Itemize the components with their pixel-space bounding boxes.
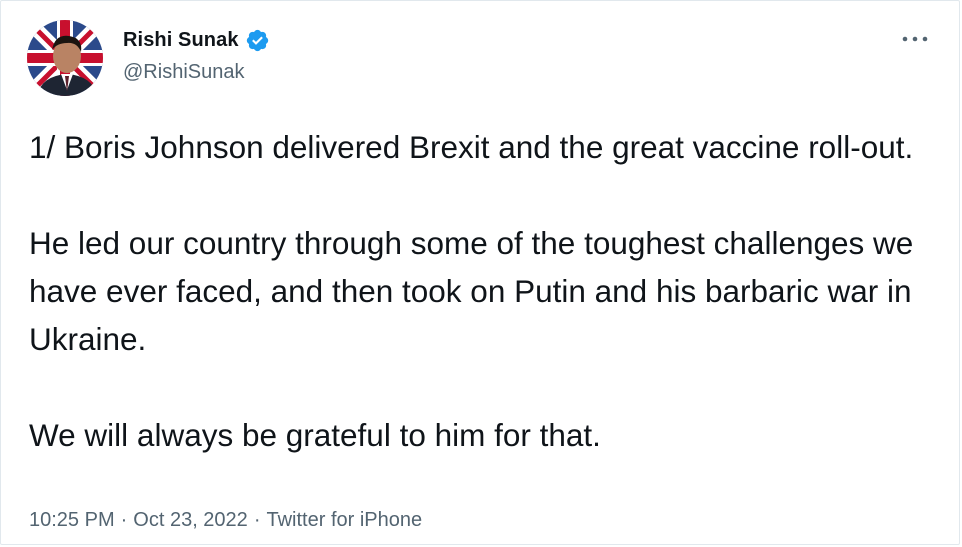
author-name-row: Rishi Sunak [123,28,270,53]
tweet-date[interactable]: Oct 23, 2022 [133,509,248,532]
tweet-paragraph: We will always be grateful to him for th… [29,417,601,453]
verified-badge-icon [245,28,270,53]
avatar[interactable] [27,20,103,96]
tweet-time[interactable]: 10:25 PM [29,509,115,532]
tweet-paragraph: 1/ Boris Johnson delivered Brexit and th… [29,129,914,165]
tweet-text: 1/ Boris Johnson delivered Brexit and th… [29,123,939,459]
metadata-separator: · [120,509,128,531]
author-display-name[interactable]: Rishi Sunak [123,29,239,52]
tweet-source[interactable]: Twitter for iPhone [266,509,422,532]
tweet-metadata: 10:25 PM · Oct 23, 2022 · Twitter for iP… [29,509,422,532]
tweet-card: Rishi Sunak @RishiSunak 1/ Boris Johnson… [0,0,960,545]
metadata-separator: · [253,509,261,531]
more-options-icon[interactable] [899,27,931,51]
author-handle[interactable]: @RishiSunak [123,61,244,84]
avatar-image [27,20,103,96]
tweet-paragraph: He led our country through some of the t… [29,225,914,357]
